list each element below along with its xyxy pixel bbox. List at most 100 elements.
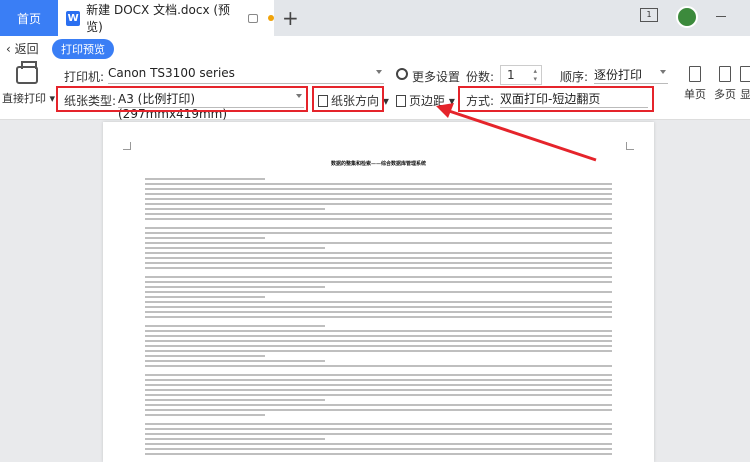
more-settings-button[interactable]: 更多设置: [412, 68, 460, 85]
text-line: [145, 262, 612, 264]
text-line: [145, 330, 612, 332]
text-line: [145, 183, 612, 185]
paper-type-highlight: [56, 86, 308, 112]
multi-page-icon: [719, 66, 731, 82]
multi-page-label: 多页: [714, 88, 736, 101]
margins-icon: [396, 95, 406, 107]
text-line: [145, 389, 612, 391]
text-line: [145, 384, 612, 386]
tab-document[interactable]: W 新建 DOCX 文档.docx (预览): [58, 0, 275, 36]
orientation-highlight: [312, 86, 384, 112]
back-label: 返回: [14, 42, 39, 56]
text-line: [145, 237, 265, 239]
text-line: [145, 311, 612, 313]
order-select[interactable]: 逐份打印: [594, 64, 668, 84]
printer-label: 打印机:: [64, 70, 105, 84]
text-line: [145, 325, 325, 327]
direct-print-label: 直接打印 ▾: [2, 92, 56, 105]
text-line: [145, 443, 612, 445]
single-page-label: 单页: [684, 88, 706, 101]
display-icon: [740, 66, 750, 82]
copies-label: 份数:: [466, 70, 495, 84]
text-line: [145, 281, 612, 283]
text-line: [145, 379, 612, 381]
print-toolbar: 直接打印 ▾ 打印机: Canon TS3100 series 更多设置 份数:…: [0, 60, 750, 121]
back-button[interactable]: ‹ 返回: [6, 40, 39, 57]
print-preview-tab[interactable]: 打印预览: [52, 39, 114, 59]
page-indicator-icon[interactable]: 1: [640, 8, 658, 22]
text-line: [145, 291, 612, 293]
text-line: [145, 213, 612, 215]
text-line: [145, 232, 612, 234]
copies-stepper[interactable]: 1 ▴ ▾: [500, 65, 542, 85]
text-line: [145, 242, 612, 244]
text-line: [145, 340, 612, 342]
page-corner-mark: [626, 142, 634, 150]
text-line: [145, 409, 612, 411]
text-line: [145, 227, 612, 229]
text-line: [145, 193, 612, 195]
printer-value: Canon TS3100 series: [108, 66, 235, 80]
avatar[interactable]: [676, 6, 698, 28]
text-line: [145, 178, 265, 180]
tab-home[interactable]: 首页: [0, 0, 58, 36]
page-corner-mark: [123, 142, 131, 150]
direct-print-button[interactable]: 直接打印 ▾: [2, 61, 56, 106]
pin-icon[interactable]: [247, 13, 259, 23]
text-line: [145, 301, 612, 303]
document-title: 数据的整集和检索——综合数据库管理系统: [330, 161, 426, 167]
gear-icon[interactable]: [396, 68, 408, 80]
text-line: [145, 306, 612, 308]
text-line: [145, 374, 612, 376]
text-line: [145, 345, 612, 347]
text-line: [145, 360, 325, 362]
display-label: 显: [740, 88, 750, 101]
mode-highlight: [458, 86, 654, 112]
multi-page-button[interactable]: 多页: [710, 66, 740, 102]
text-line: [145, 257, 612, 259]
scroll-fade: [690, 290, 750, 462]
text-line: [145, 208, 325, 210]
display-button[interactable]: 显: [740, 66, 750, 102]
text-line: [145, 203, 612, 205]
printer-icon: [16, 61, 38, 84]
copies-value: 1: [507, 68, 515, 82]
unsaved-dot-icon: [268, 15, 275, 21]
single-page-button[interactable]: 单页: [680, 66, 710, 102]
text-line: [145, 365, 612, 367]
text-line: [145, 198, 612, 200]
text-line: [145, 438, 325, 440]
nav-bar: ‹ 返回 打印预览: [0, 36, 750, 60]
text-line: [145, 399, 325, 401]
text-line: [145, 423, 612, 425]
text-line: [145, 247, 325, 249]
stepper-arrows-icon[interactable]: ▴ ▾: [533, 67, 537, 83]
chevron-down-icon: [376, 70, 382, 74]
text-line: [145, 414, 265, 416]
text-line: [145, 433, 612, 435]
preview-page: 数据的整集和检索——综合数据库管理系统: [103, 122, 654, 462]
text-line: [145, 316, 612, 318]
text-line: [145, 267, 612, 269]
text-line: [145, 350, 612, 352]
text-line: [145, 448, 612, 450]
minimize-icon[interactable]: [716, 16, 726, 17]
chevron-down-icon: [660, 70, 666, 74]
margins-button[interactable]: 页边距 ▾: [396, 92, 455, 109]
text-line: [145, 188, 612, 190]
text-line: [145, 404, 612, 406]
new-tab-button[interactable]: +: [282, 6, 299, 30]
text-line: [145, 218, 612, 220]
printer-select[interactable]: Canon TS3100 series: [108, 64, 384, 84]
text-line: [145, 276, 612, 278]
order-value: 逐份打印: [594, 68, 643, 82]
text-line: [145, 355, 265, 357]
single-page-icon: [689, 66, 701, 82]
tab-bar: 首页 W 新建 DOCX 文档.docx (预览) + 1: [0, 0, 750, 36]
tab-document-title: 新建 DOCX 文档.docx (预览): [86, 3, 231, 34]
order-label: 顺序:: [560, 70, 589, 84]
text-line: [145, 453, 612, 455]
text-line: [145, 286, 325, 288]
margins-label: 页边距: [409, 94, 446, 108]
word-doc-icon: W: [66, 10, 81, 26]
